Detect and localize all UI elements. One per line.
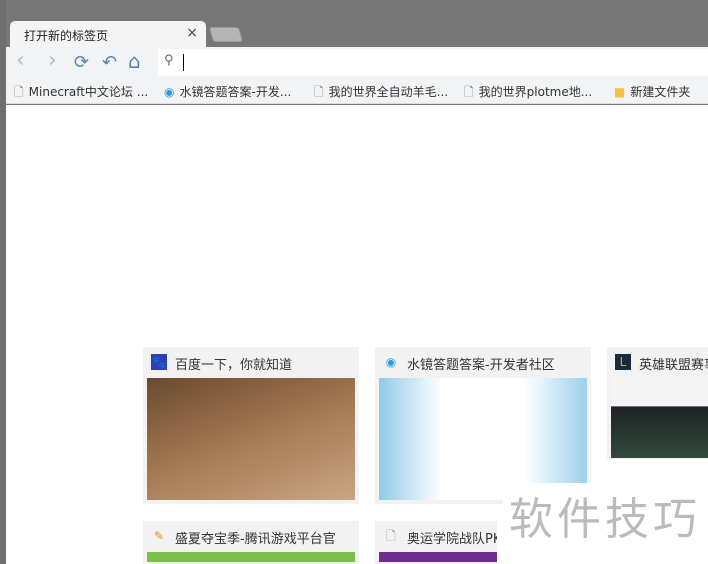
most-visited-tile[interactable]: ✎ 盛夏夺宝季-腾讯游戏平台官 bbox=[143, 521, 359, 564]
page-icon: 🗋 bbox=[464, 85, 474, 99]
page-icon: 🗋 bbox=[314, 85, 324, 99]
bookmark-item[interactable]: 🗋 Minecraft中文论坛 ... bbox=[14, 83, 148, 104]
close-icon[interactable]: × bbox=[186, 25, 198, 41]
page-icon: 🗋 bbox=[14, 85, 24, 99]
watermark: 软件技巧 bbox=[503, 483, 707, 547]
text-cursor bbox=[183, 54, 184, 71]
baidu-icon: 🐾 bbox=[151, 354, 167, 370]
most-visited-tile[interactable]: ◉ 水镜答题答案-开发者社区 bbox=[375, 347, 591, 504]
reload-icon[interactable]: ⟳ bbox=[74, 52, 89, 73]
toolbar: ‹ › ⟳ ↶ ⌂ ⚲ bbox=[6, 47, 708, 78]
forward-icon[interactable]: › bbox=[48, 48, 57, 73]
bookmarks-bar: 🗋 Minecraft中文论坛 ... ◉ 水镜答题答案-开发... 🗋 我的世界全自… bbox=[6, 78, 708, 104]
tile-thumbnail bbox=[147, 378, 355, 500]
most-visited-tile[interactable]: 🗋 奥运学院战队PK bbox=[375, 521, 497, 564]
search-icon: ⚲ bbox=[164, 53, 174, 68]
tile-thumbnail bbox=[379, 378, 587, 500]
tab-new-tab[interactable]: 打开新的标签页 × bbox=[10, 21, 206, 47]
site-icon: ◉ bbox=[164, 85, 175, 99]
tile-thumbnail bbox=[147, 552, 355, 562]
lol-icon: L bbox=[615, 354, 631, 370]
bookmark-item[interactable]: ◉ 水镜答题答案-开发... bbox=[164, 83, 291, 100]
tile-thumbnail bbox=[611, 378, 708, 458]
site-icon: ◉ bbox=[385, 355, 397, 369]
tile-thumbnail bbox=[379, 552, 497, 562]
tencent-games-icon: ✎ bbox=[153, 529, 165, 543]
address-bar[interactable]: ⚲ bbox=[158, 49, 708, 76]
bookmark-item[interactable]: 🗋 我的世界plotme地... bbox=[464, 83, 592, 104]
page-icon: 🗋 bbox=[386, 529, 396, 543]
undo-icon[interactable]: ↶ bbox=[102, 52, 117, 73]
bookmark-folder[interactable]: ■ 新建文件夹 bbox=[614, 83, 690, 100]
bookmark-item[interactable]: 🗋 我的世界全自动羊毛... bbox=[314, 83, 448, 104]
folder-icon: ■ bbox=[614, 85, 626, 99]
most-visited-tile[interactable]: 🐾 百度一下，你就知道 bbox=[143, 347, 359, 504]
new-tab-button[interactable] bbox=[208, 27, 244, 42]
tab-title: 打开新的标签页 bbox=[24, 29, 109, 43]
most-visited-tile[interactable]: L英雄联盟赛事 bbox=[607, 347, 708, 459]
back-icon[interactable]: ‹ bbox=[16, 48, 25, 73]
home-icon[interactable]: ⌂ bbox=[128, 49, 141, 73]
